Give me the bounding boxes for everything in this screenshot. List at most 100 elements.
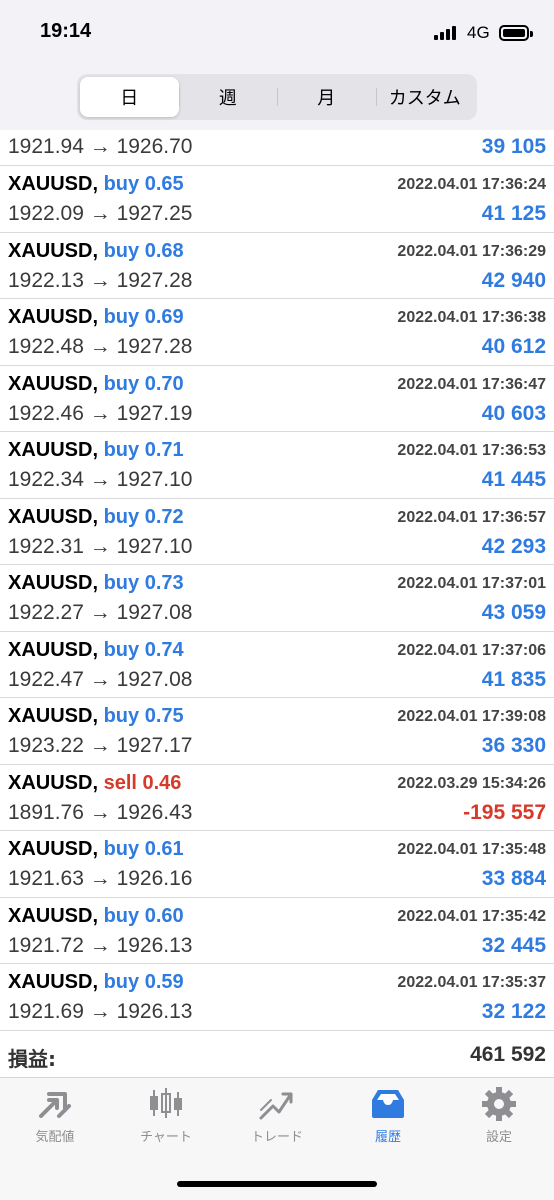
trade-symbol: XAUUSD: [8, 505, 93, 528]
trade-datetime: 2022.04.01 17:36:47: [397, 375, 546, 393]
trade-symbol-line: XAUUSD, buy 0.65: [8, 173, 184, 195]
trade-side-volume: buy 0.70: [103, 372, 184, 395]
chart-icon: [150, 1088, 182, 1118]
trade-symbol-line: XAUUSD, buy 0.72: [8, 505, 184, 528]
trade-symbol-line: XAUUSD, buy 0.59: [8, 971, 184, 993]
profit-value: 40 603: [481, 401, 546, 425]
status-bar: 19:14 4G: [0, 0, 554, 64]
quotes-icon: [39, 1092, 71, 1118]
trade-symbol-line: XAUUSD, buy 0.68: [8, 239, 184, 262]
tab-history[interactable]: 履歴: [333, 1086, 443, 1156]
history-row[interactable]: XAUUSD, buy 0.72 2022.04.01 17:36:57 1922.…: [0, 499, 554, 565]
trade-side-volume: buy 0.61: [103, 838, 184, 860]
profit-total-value: 461 592: [470, 1042, 546, 1066]
price-range: 1922.34 → 1927.10: [8, 468, 193, 491]
tab-quotes[interactable]: 気配値: [0, 1086, 110, 1156]
profit-value: 40 612: [481, 335, 546, 358]
history-row[interactable]: XAUUSD, buy 0.61 2022.04.01 17:35:48 1921.…: [0, 831, 554, 898]
profit-value: 42 940: [481, 268, 546, 292]
trade-datetime: 2022.04.01 17:36:57: [397, 508, 546, 526]
price-range: 1921.69 → 1926.13: [8, 1000, 193, 1023]
tab-settings[interactable]: 設定: [444, 1086, 554, 1156]
trade-symbol: XAUUSD: [8, 239, 93, 262]
trade-datetime: 2022.04.01 17:35:42: [397, 907, 546, 925]
trade-side-volume: buy 0.69: [103, 306, 184, 328]
trade-symbol-line: XAUUSD, buy 0.71: [8, 439, 184, 461]
history-row[interactable]: XAUUSD, buy 0.73 2022.04.01 17:37:01 1922.…: [0, 565, 554, 632]
price-range: 1922.31 → 1927.10: [8, 534, 193, 558]
tab-trade[interactable]: トレード: [222, 1086, 332, 1156]
history-row[interactable]: XAUUSD, buy 0.75 2022.04.01 17:39:08 1923.…: [0, 698, 554, 765]
period-tab-month[interactable]: 月: [277, 77, 376, 117]
period-segmented-control: 日 週 月 カスタム: [77, 74, 477, 120]
trade-symbol: XAUUSD: [8, 372, 93, 395]
price-range: 1922.46 → 1927.19: [8, 401, 193, 425]
trade-symbol: XAUUSD: [8, 306, 93, 328]
price-range: 1922.27 → 1927.08: [8, 601, 193, 624]
history-list[interactable]: 1921.94 → 1926.70 39 105 XAUUSD, buy 0.6…: [0, 130, 554, 1077]
trade-datetime: 2022.04.01 17:36:53: [397, 442, 546, 459]
profit-value: 32 122: [481, 1000, 546, 1023]
trade-side-volume: sell 0.46: [103, 771, 182, 794]
settings-icon: [482, 1087, 516, 1121]
profit-value: 39 105: [481, 135, 546, 158]
trade-symbol: XAUUSD: [8, 173, 93, 195]
profit-total-label: 損益:: [8, 1046, 56, 1071]
history-row[interactable]: XAUUSD, sell 0.46 2022.03.29 15:34:26 1891…: [0, 765, 554, 831]
history-row[interactable]: XAUUSD, buy 0.65 2022.04.01 17:36:24 1922.…: [0, 166, 554, 233]
trade-datetime: 2022.04.01 17:37:01: [397, 575, 546, 592]
trade-side-volume: buy 0.74: [103, 638, 184, 661]
history-row[interactable]: XAUUSD, buy 0.74 2022.04.01 17:37:06 1922.…: [0, 632, 554, 698]
profit-value: 41 125: [481, 202, 546, 225]
profit-value: 32 445: [481, 933, 546, 957]
history-row[interactable]: XAUUSD, buy 0.68 2022.04.01 17:36:29 1922.…: [0, 233, 554, 299]
period-tab-week[interactable]: 週: [178, 77, 278, 117]
history-row[interactable]: XAUUSD, buy 0.69 2022.04.01 17:36:38 1922.…: [0, 299, 554, 366]
status-time: 19:14: [40, 20, 92, 42]
history-row[interactable]: XAUUSD, buy 0.70 2022.04.01 17:36:47 1922.…: [0, 366, 554, 432]
price-range: 1922.48 → 1927.28: [8, 335, 193, 358]
trade-datetime: 2022.04.01 17:36:24: [397, 176, 546, 193]
price-range: 1891.76 → 1926.43: [8, 800, 193, 824]
trade-side-volume: buy 0.75: [103, 705, 184, 727]
profit-value: 43 059: [481, 601, 546, 624]
trade-symbol-line: XAUUSD, buy 0.70: [8, 372, 184, 395]
trade-symbol-line: XAUUSD, buy 0.69: [8, 306, 184, 328]
trade-symbol: XAUUSD: [8, 904, 93, 927]
trade-symbol-line: XAUUSD, sell 0.46: [8, 771, 182, 794]
trade-symbol-line: XAUUSD, buy 0.73: [8, 572, 184, 594]
trade-datetime: 2022.04.01 17:36:38: [397, 309, 546, 326]
trade-symbol: XAUUSD: [8, 971, 93, 993]
price-range: 1923.22 → 1927.17: [8, 734, 193, 757]
tab-chart[interactable]: チャート: [111, 1086, 221, 1156]
price-range: 1921.72 → 1926.13: [8, 933, 193, 957]
trade-icon: [259, 1092, 293, 1120]
trade-symbol: XAUUSD: [8, 572, 93, 594]
tab-quotes-label: 気配値: [35, 1130, 75, 1145]
summary-row: 損益: 461 592: [0, 1031, 554, 1078]
price-range: 1921.94 → 1926.70: [8, 135, 193, 158]
tab-trade-label: トレード: [250, 1130, 303, 1145]
tab-chart-label: チャート: [140, 1130, 192, 1145]
history-row-partial[interactable]: 1921.94 → 1926.70 39 105: [0, 130, 554, 166]
trade-datetime: 2022.04.01 17:39:08: [397, 708, 546, 725]
trade-side-volume: buy 0.71: [103, 439, 184, 461]
trade-symbol: XAUUSD: [8, 638, 93, 661]
profit-value: 42 293: [481, 534, 546, 558]
period-tab-day[interactable]: 日: [80, 77, 179, 117]
history-row[interactable]: XAUUSD, buy 0.71 2022.04.01 17:36:53 1922.…: [0, 432, 554, 499]
price-range: 1921.63 → 1926.16: [8, 867, 193, 890]
signal-icon: [434, 26, 460, 40]
trade-side-volume: buy 0.65: [103, 173, 184, 195]
tab-settings-label: 設定: [485, 1130, 512, 1145]
trade-symbol: XAUUSD: [8, 838, 93, 860]
period-tab-custom[interactable]: カスタム: [375, 77, 475, 117]
price-range: 1922.09 → 1927.25: [8, 202, 193, 225]
trade-datetime: 2022.04.01 17:37:06: [397, 641, 546, 659]
profit-value: 33 884: [481, 867, 546, 890]
trade-datetime: 2022.04.01 17:35:48: [397, 841, 546, 858]
profit-value: 41 835: [481, 667, 546, 691]
history-row[interactable]: XAUUSD, buy 0.60 2022.04.01 17:35:42 1921.…: [0, 898, 554, 964]
trade-symbol-line: XAUUSD, buy 0.74: [8, 638, 184, 661]
history-row[interactable]: XAUUSD, buy 0.59 2022.04.01 17:35:37 1921.…: [0, 964, 554, 1031]
